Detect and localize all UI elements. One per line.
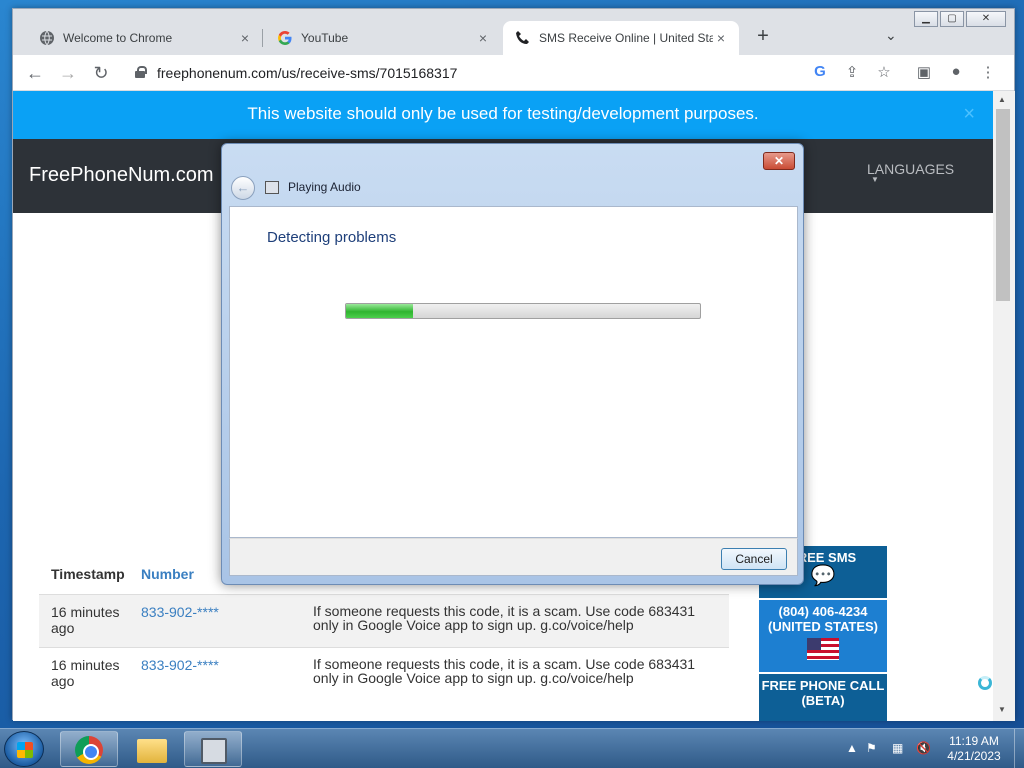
table-row: 16 minutes ago 833-902-**** If someone r… (39, 594, 729, 647)
show-hidden-icons[interactable]: ▲ (846, 741, 858, 755)
column-header-timestamp: Timestamp (51, 566, 125, 582)
scrollbar-thumb[interactable] (996, 109, 1010, 301)
menu-kebab-icon[interactable]: ⋮ (978, 63, 998, 81)
banner-text: This website should only be used for tes… (247, 104, 759, 123)
site-brand-link[interactable]: FreePhoneNum.com (29, 164, 214, 187)
back-arrow-icon[interactable]: ← (231, 176, 255, 200)
row-message: If someone requests this code, it is a s… (313, 656, 696, 686)
google-icon (277, 30, 293, 46)
table-row: 16 minutes ago 833-902-**** If someone r… (39, 647, 729, 700)
row-number-link[interactable]: 833-902-**** (141, 657, 313, 700)
tab-close-button[interactable]: × (237, 30, 253, 46)
tab-close-button[interactable]: × (475, 30, 491, 46)
scroll-up-icon[interactable]: ▲ (998, 95, 1006, 104)
share-icon[interactable]: ⇪ (842, 63, 862, 81)
clock-time: 11:19 AM (949, 734, 999, 748)
dialog-heading: Detecting problems (267, 229, 397, 246)
phone-icon (515, 30, 531, 46)
google-translate-icon[interactable]: G (810, 63, 830, 80)
minimize-button[interactable]: ▁ (914, 11, 938, 27)
windows-logo-icon (17, 742, 33, 758)
banner-close-icon[interactable]: × (963, 91, 975, 137)
tab-sms-receive[interactable]: SMS Receive Online | United Stat × (503, 21, 739, 55)
tab-welcome[interactable]: Welcome to Chrome × (27, 21, 263, 55)
us-flag-icon (807, 638, 839, 660)
taskbar-troubleshooter[interactable] (184, 731, 242, 767)
page-scrollbar[interactable]: ▲ ▼ (993, 91, 1015, 721)
progress-fill (346, 304, 414, 318)
folder-icon (137, 739, 167, 763)
tab-youtube[interactable]: YouTube × (265, 21, 501, 55)
taskbar-chrome[interactable] (60, 731, 118, 767)
chrome-icon (75, 736, 103, 764)
tab-title: SMS Receive Online | United Stat (539, 31, 713, 45)
testing-banner: This website should only be used for tes… (13, 91, 993, 139)
start-button[interactable] (4, 731, 44, 767)
address-bar[interactable]: freephonenum.com/us/receive-sms/70151683… (125, 59, 857, 87)
table-body: 16 minutes ago 833-902-**** If someone r… (39, 594, 729, 700)
dialog-close-button[interactable]: ✕ (763, 152, 795, 170)
row-number-link[interactable]: 833-902-**** (141, 604, 313, 647)
troubleshooter-app-icon (201, 738, 227, 764)
ad-country: (UNITED STATES) (767, 619, 878, 634)
reload-icon[interactable]: ↻ (89, 62, 113, 84)
phone-number-ad[interactable]: (804) 406-4234 (UNITED STATES) (759, 600, 887, 674)
troubleshooter-dialog: ✕ ← Playing Audio Detecting problems Can… (221, 143, 804, 585)
taskbar: ▲ ⚑ ▦ 🔇 11:19 AM 4/21/2023 (0, 728, 1024, 768)
tab-title: YouTube (301, 31, 349, 45)
audio-troubleshooter-icon (265, 181, 279, 194)
cancel-button[interactable]: Cancel (721, 548, 787, 570)
progress-bar (345, 303, 701, 319)
row-message: If someone requests this code, it is a s… (313, 603, 696, 633)
browser-toolbar: ← → ↻ freephonenum.com/us/receive-sms/70… (13, 55, 1014, 91)
languages-label: LANGUAGES (867, 161, 955, 177)
close-window-button[interactable]: ✕ (966, 11, 1006, 27)
new-tab-button[interactable]: + (753, 25, 773, 48)
dialog-title: Playing Audio (288, 180, 361, 194)
globe-icon (39, 30, 55, 46)
profile-icon[interactable]: ● (946, 63, 966, 80)
show-desktop-button[interactable] (1014, 729, 1024, 768)
taskbar-clock[interactable]: 11:19 AM 4/21/2023 (944, 734, 1004, 764)
taskbar-explorer[interactable] (122, 731, 180, 767)
tab-strip: Welcome to Chrome × YouTube × SMS Receiv… (13, 9, 1014, 55)
tab-separator (262, 29, 263, 47)
dialog-body: Detecting problems (229, 206, 798, 538)
volume-muted-icon[interactable]: 🔇 (916, 741, 931, 755)
side-panel-icon[interactable]: ▣ (914, 63, 934, 81)
scroll-down-icon[interactable]: ▼ (998, 705, 1006, 714)
ad-phone-number: (804) 406-4234 (778, 604, 868, 619)
free-call-label: FREE PHONE CALL (BETA) (761, 678, 885, 708)
clock-date: 4/21/2023 (947, 749, 1001, 763)
lock-icon[interactable] (135, 66, 147, 78)
back-arrow-icon[interactable]: ← (23, 62, 47, 84)
languages-dropdown[interactable]: LANGUAGES ▼ (867, 161, 955, 184)
row-timestamp: 16 minutes ago (51, 604, 120, 636)
free-call-ad[interactable]: FREE PHONE CALL (BETA) (759, 674, 887, 721)
url-text[interactable]: freephonenum.com/us/receive-sms/70151683… (157, 65, 457, 81)
forward-arrow-icon[interactable]: → (56, 62, 80, 84)
tab-search-chevron-icon[interactable]: ⌄ (885, 27, 897, 44)
busy-spinner-icon (978, 676, 992, 690)
bookmark-star-icon[interactable]: ☆ (874, 63, 894, 81)
maximize-button[interactable]: ▢ (940, 11, 964, 27)
tab-close-button[interactable]: × (713, 30, 729, 46)
dialog-footer: Cancel (229, 538, 798, 576)
window-controls: ▁ ▢ ✕ (912, 11, 1006, 27)
tab-title: Welcome to Chrome (63, 31, 173, 45)
caret-down-icon: ▼ (871, 175, 879, 184)
action-center-flag-icon[interactable]: ⚑ (866, 741, 877, 755)
row-timestamp: 16 minutes ago (51, 657, 120, 689)
network-icon[interactable]: ▦ (892, 741, 903, 755)
